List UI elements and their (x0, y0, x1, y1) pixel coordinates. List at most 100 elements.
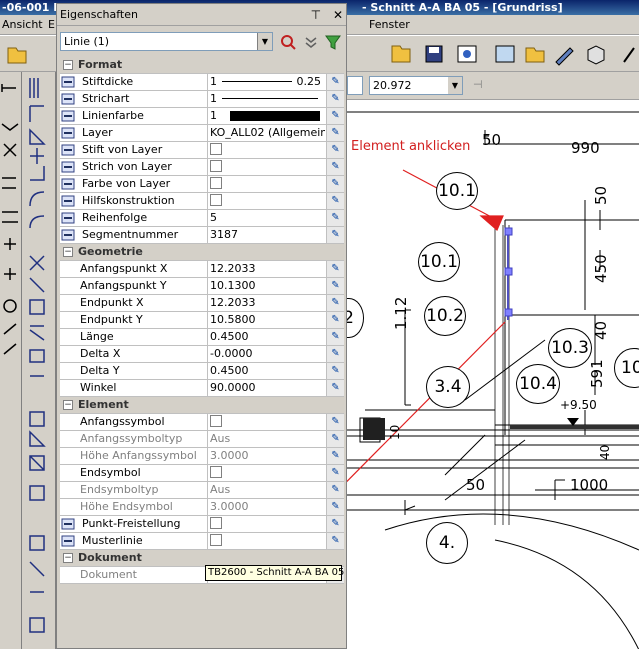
property-value[interactable]: 0.4500 (207, 363, 325, 379)
property-row-musterlinie[interactable]: Musterlinie ✎ (60, 533, 344, 550)
property-value[interactable]: 1 0.25 (207, 74, 325, 90)
pin-panel-icon[interactable]: ⊤ (311, 8, 321, 22)
pick-property-icon[interactable]: ✎ (326, 159, 344, 175)
property-row-endpunkt-x[interactable]: Endpunkt X 12.2033 ✎ (60, 295, 344, 312)
pick-property-icon[interactable]: ✎ (326, 516, 344, 532)
section-format[interactable]: − Format (60, 57, 344, 74)
property-row-layer[interactable]: Layer KO_ALL02 (Allgemein02)✎ (60, 125, 344, 142)
element-selector[interactable]: Linie (1) ▼ (60, 32, 273, 51)
chevron-down-icon[interactable]: ▼ (257, 33, 272, 50)
property-value[interactable]: 0.4500 (207, 329, 325, 345)
checkbox[interactable] (210, 160, 222, 172)
property-value[interactable] (207, 516, 325, 532)
property-row-endpunkt-y[interactable]: Endpunkt Y 10.5800 ✎ (60, 312, 344, 329)
property-row-winkel[interactable]: Winkel 90.0000 ✎ (60, 380, 344, 397)
checkbox[interactable] (210, 143, 222, 155)
property-row-segmentnummer[interactable]: Segmentnummer 3187 ✎ (60, 227, 344, 244)
property-value[interactable]: 12.2033 (207, 261, 325, 277)
menu-fenster[interactable]: Fenster (369, 15, 410, 35)
pick-property-icon[interactable]: ✎ (326, 482, 344, 498)
property-row-hoehe-anfangssymbol[interactable]: Höhe Anfangssymbol 3.0000 ✎ (60, 448, 344, 465)
property-value[interactable] (207, 465, 325, 481)
property-value[interactable]: 12.2033 (207, 295, 325, 311)
checkbox[interactable] (210, 415, 222, 427)
property-row-endsymboltyp[interactable]: Endsymboltyp Aus ✎ (60, 482, 344, 499)
checkbox[interactable] (210, 177, 222, 189)
coordinate-field[interactable]: 20.972 ▼ (369, 76, 463, 95)
pin-icon[interactable]: ⊣ (473, 78, 483, 91)
property-value[interactable]: 3.0000 (207, 499, 325, 515)
property-value[interactable]: 5 (207, 210, 325, 226)
pick-property-icon[interactable]: ✎ (326, 380, 344, 396)
close-icon[interactable]: ✕ (333, 8, 343, 22)
pick-property-icon[interactable]: ✎ (326, 261, 344, 277)
property-row-stift-von-layer[interactable]: Stift von Layer ✎ (60, 142, 344, 159)
property-value[interactable]: 1 (207, 91, 325, 107)
property-value[interactable]: 3.0000 (207, 448, 325, 464)
property-value[interactable]: KO_ALL02 (Allgemein02) (207, 125, 325, 141)
pick-property-icon[interactable]: ✎ (326, 142, 344, 158)
property-value[interactable]: 10.1300 (207, 278, 325, 294)
menu-ansicht[interactable]: Ansicht (2, 15, 43, 35)
property-value[interactable]: 1 (207, 108, 325, 124)
pick-property-icon[interactable]: ✎ (326, 329, 344, 345)
pick-property-icon[interactable]: ✎ (326, 125, 344, 141)
menu-e[interactable]: E (48, 15, 55, 35)
property-row-delta-x[interactable]: Delta X -0.0000 ✎ (60, 346, 344, 363)
property-row-laenge[interactable]: Länge 0.4500 ✎ (60, 329, 344, 346)
property-row-linienfarbe[interactable]: Linienfarbe 1 ✎ (60, 108, 344, 125)
pick-property-icon[interactable]: ✎ (326, 278, 344, 294)
checkbox[interactable] (210, 517, 222, 529)
property-value[interactable]: Aus (207, 431, 325, 447)
property-row-punkt-freistellung[interactable]: Punkt-Freistellung ✎ (60, 516, 344, 533)
pick-property-icon[interactable]: ✎ (326, 295, 344, 311)
property-row-anfangspunkt-y[interactable]: Anfangspunkt Y 10.1300 ✎ (60, 278, 344, 295)
property-row-anfangssymbol[interactable]: Anfangssymbol ✎ (60, 414, 344, 431)
property-row-anfangspunkt-x[interactable]: Anfangspunkt X 12.2033 ✎ (60, 261, 344, 278)
property-value[interactable]: 3187 (207, 227, 325, 243)
property-value[interactable]: Aus (207, 482, 325, 498)
pick-property-icon[interactable]: ✎ (326, 533, 344, 549)
pick-property-icon[interactable]: ✎ (326, 176, 344, 192)
pick-property-icon[interactable]: ✎ (326, 193, 344, 209)
property-row-anfangssymboltyp[interactable]: Anfangssymboltyp Aus ✎ (60, 431, 344, 448)
pick-property-icon[interactable]: ✎ (326, 346, 344, 362)
property-value[interactable] (207, 159, 325, 175)
property-row-delta-y[interactable]: Delta Y 0.4500 ✎ (60, 363, 344, 380)
section-geometrie[interactable]: − Geometrie (60, 244, 344, 261)
property-row-strich-von-layer[interactable]: Strich von Layer ✎ (60, 159, 344, 176)
pick-property-icon[interactable]: ✎ (326, 108, 344, 124)
property-value[interactable] (207, 176, 325, 192)
property-row-farbe-von-layer[interactable]: Farbe von Layer ✎ (60, 176, 344, 193)
property-value[interactable] (207, 142, 325, 158)
pick-property-icon[interactable]: ✎ (326, 363, 344, 379)
section-element[interactable]: − Element (60, 397, 344, 414)
pen-width-field[interactable] (347, 76, 363, 95)
property-row-strichart[interactable]: Strichart 1 ✎ (60, 91, 344, 108)
property-value[interactable]: -0.0000 (207, 346, 325, 362)
pick-property-icon[interactable]: ✎ (326, 465, 344, 481)
pick-property-icon[interactable]: ✎ (326, 74, 344, 90)
property-row-endsymbol[interactable]: Endsymbol ✎ (60, 465, 344, 482)
pick-property-icon[interactable]: ✎ (326, 91, 344, 107)
property-row-stiftdicke[interactable]: Stiftdicke 1 0.25 ✎ (60, 74, 344, 91)
pick-property-icon[interactable]: ✎ (326, 227, 344, 243)
checkbox[interactable] (210, 534, 222, 546)
property-value[interactable]: 10.5800 (207, 312, 325, 328)
property-row-hoehe-endsymbol[interactable]: Höhe Endsymbol 3.0000 ✎ (60, 499, 344, 516)
property-value[interactable]: 90.0000 (207, 380, 325, 396)
pick-property-icon[interactable]: ✎ (326, 414, 344, 430)
property-row-reihenfolge[interactable]: Reihenfolge 5 ✎ (60, 210, 344, 227)
property-row-hilfskonstruktion[interactable]: Hilfskonstruktion ✎ (60, 193, 344, 210)
pick-property-icon[interactable]: ✎ (326, 448, 344, 464)
chevron-down-icon[interactable]: ▼ (448, 77, 462, 94)
pick-property-icon[interactable]: ✎ (326, 499, 344, 515)
pick-property-icon[interactable]: ✎ (326, 431, 344, 447)
property-value[interactable] (207, 193, 325, 209)
property-value[interactable] (207, 533, 325, 549)
checkbox[interactable] (210, 194, 222, 206)
checkbox[interactable] (210, 466, 222, 478)
pick-property-icon[interactable]: ✎ (326, 312, 344, 328)
property-value[interactable] (207, 414, 325, 430)
pick-property-icon[interactable]: ✎ (326, 210, 344, 226)
